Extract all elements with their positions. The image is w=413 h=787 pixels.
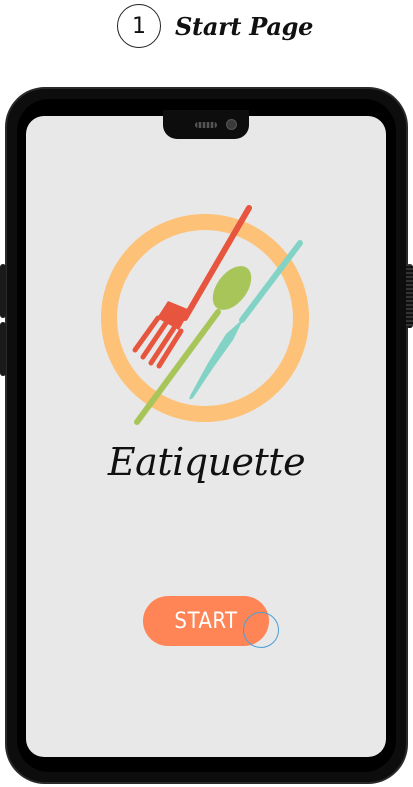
speaker-grill [195,122,217,128]
plate-icon [101,214,309,422]
power-button [406,264,413,328]
step-number-badge: 1 [117,4,161,48]
step-header: 1 Start Page [117,3,313,49]
app-title: Eatiquette [107,440,306,484]
page: 1 Start Page Eatiquette START [0,0,413,787]
volume-up-button [0,264,6,318]
tap-indicator [243,612,279,648]
volume-down-button [0,322,6,376]
front-camera [226,119,237,130]
step-title: Start Page [175,11,314,41]
app-logo [101,205,309,425]
